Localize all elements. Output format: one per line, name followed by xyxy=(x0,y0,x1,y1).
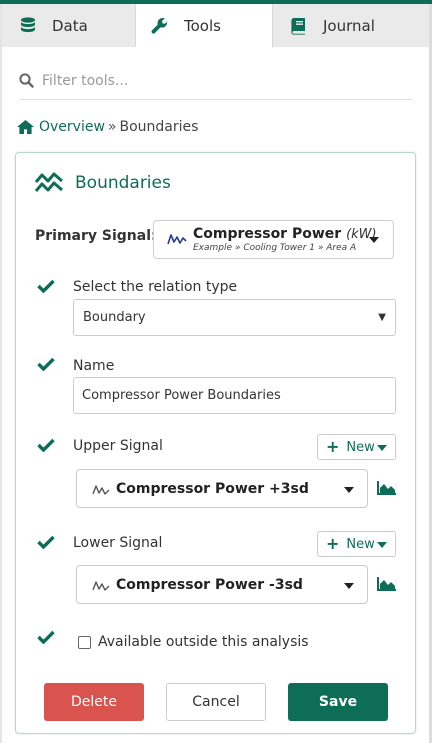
breadcrumb-current: Boundaries xyxy=(119,119,199,135)
chevron-down-icon xyxy=(344,487,354,493)
relation-type-label: Select the relation type xyxy=(73,279,238,295)
primary-signal-label: Primary Signal: xyxy=(35,228,157,244)
boundaries-tool-panel: Boundaries Primary Signal: Compressor Po… xyxy=(15,152,416,734)
left-resize-edge xyxy=(0,4,2,743)
tab-data-label: Data xyxy=(52,16,88,35)
breadcrumb-overview-link[interactable]: Overview xyxy=(39,119,105,135)
lower-signal-label: Lower Signal xyxy=(73,535,163,551)
primary-signal-path: Example » Cooling Tower 1 » Area A xyxy=(193,243,363,253)
lower-signal-name: Compressor Power -3sd xyxy=(116,577,303,593)
chevron-down-icon xyxy=(344,583,354,589)
home-icon[interactable] xyxy=(16,119,35,135)
check-icon xyxy=(37,630,55,646)
available-outside-checkbox[interactable] xyxy=(78,636,91,649)
tab-journal[interactable]: Journal xyxy=(273,4,429,47)
signal-wave-icon xyxy=(167,231,187,250)
upper-signal-select[interactable]: Compressor Power +3sd xyxy=(76,469,368,508)
name-label: Name xyxy=(73,358,115,374)
wrench-icon xyxy=(150,16,170,36)
primary-signal-select[interactable]: Compressor Power (kW) Example » Cooling … xyxy=(153,220,394,259)
lower-signal-select[interactable]: Compressor Power -3sd xyxy=(76,565,368,604)
available-outside-label: Available outside this analysis xyxy=(98,634,309,650)
upper-signal-label: Upper Signal xyxy=(73,438,163,454)
chevron-down-icon xyxy=(377,445,387,451)
delete-button[interactable]: Delete xyxy=(44,683,144,721)
search-icon xyxy=(19,73,34,88)
check-icon xyxy=(37,535,55,551)
lower-new-button[interactable]: + New xyxy=(317,531,396,557)
cancel-button[interactable]: Cancel xyxy=(166,683,266,721)
signal-wave-icon xyxy=(92,578,110,597)
filter-tools-bar xyxy=(19,62,413,100)
signal-wave-icon xyxy=(92,482,110,501)
tab-tools[interactable]: Tools xyxy=(136,4,273,48)
check-icon xyxy=(37,357,55,373)
name-input[interactable] xyxy=(73,377,396,414)
panel-title-text: Boundaries xyxy=(75,173,171,193)
tab-journal-label: Journal xyxy=(323,16,375,35)
book-icon xyxy=(289,16,309,36)
relation-type-select[interactable]: Boundary ▼ xyxy=(73,299,396,336)
boundaries-icon xyxy=(35,172,63,194)
chevron-down-icon xyxy=(377,542,387,548)
check-icon xyxy=(37,279,55,295)
breadcrumb: Overview » Boundaries xyxy=(16,117,198,137)
breadcrumb-separator: » xyxy=(107,119,117,135)
plus-icon: + xyxy=(326,437,340,456)
tab-bar: Data Tools Journal xyxy=(2,4,429,48)
save-button[interactable]: Save xyxy=(288,683,388,721)
primary-signal-name-text: Compressor Power xyxy=(193,226,342,242)
relation-type-value: Boundary xyxy=(83,310,146,325)
check-icon xyxy=(37,438,55,454)
primary-signal-path-text: Example » Cooling Tower 1 » Area A xyxy=(193,243,357,253)
upper-new-button[interactable]: + New xyxy=(317,434,396,460)
tab-tools-label: Tools xyxy=(184,17,221,35)
filter-tools-input[interactable] xyxy=(42,72,382,89)
database-icon xyxy=(18,16,38,36)
primary-signal-name: Compressor Power (kW) xyxy=(193,226,377,242)
area-chart-icon[interactable] xyxy=(377,576,399,594)
dropdown-arrow-icon: ▼ xyxy=(378,312,386,323)
chevron-down-icon xyxy=(369,237,379,243)
lower-new-label: New xyxy=(346,536,375,552)
upper-signal-name: Compressor Power +3sd xyxy=(116,481,309,497)
area-chart-icon[interactable] xyxy=(377,480,399,498)
upper-new-label: New xyxy=(346,439,375,455)
plus-icon: + xyxy=(326,534,340,553)
tab-data[interactable]: Data xyxy=(2,4,136,47)
panel-title: Boundaries xyxy=(35,172,171,194)
